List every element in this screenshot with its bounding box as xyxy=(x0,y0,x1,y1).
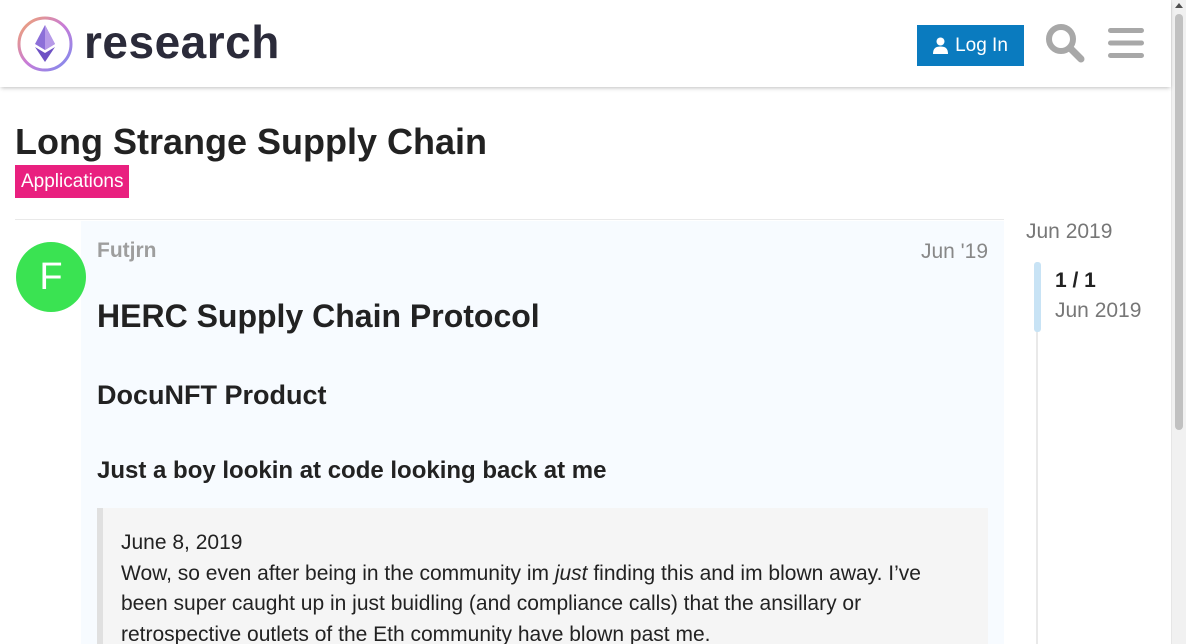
topic-divider xyxy=(15,219,1004,220)
scrollbar-thumb[interactable] xyxy=(1175,14,1183,430)
hamburger-menu-icon[interactable] xyxy=(1108,27,1144,59)
site-header: research Log In xyxy=(0,0,1171,87)
quote-emphasis: just xyxy=(554,561,588,585)
ethereum-research-logo[interactable] xyxy=(16,15,74,73)
quote-text: Wow, so even after being in the communit… xyxy=(121,561,921,644)
scroll-up-arrow-icon[interactable] xyxy=(1175,3,1183,8)
post-heading-1: HERC Supply Chain Protocol xyxy=(97,298,540,334)
search-icon[interactable] xyxy=(1045,23,1085,63)
login-label: Log In xyxy=(955,34,1008,56)
post-date[interactable]: Jun '19 xyxy=(921,240,988,264)
timeline-position: 1 / 1 xyxy=(1055,269,1096,292)
quote-date: June 8, 2019 xyxy=(121,531,243,554)
timeline-handle[interactable] xyxy=(1034,262,1041,332)
user-avatar[interactable]: F xyxy=(16,242,86,312)
category-badge[interactable]: Applications xyxy=(15,165,130,198)
user-icon xyxy=(933,37,949,54)
site-logo-text[interactable]: research xyxy=(84,14,280,70)
timeline-start-date[interactable]: Jun 2019 xyxy=(1026,220,1112,244)
post-heading-3: Just a boy lookin at code looking back a… xyxy=(97,457,607,484)
post-quote: June 8, 2019 Wow, so even after being in… xyxy=(97,508,988,644)
post-body: Futjrn Jun '19 HERC Supply Chain Protoco… xyxy=(81,221,1004,644)
timeline-current-date: Jun 2019 xyxy=(1055,299,1142,322)
login-button[interactable]: Log In xyxy=(917,25,1024,66)
page-scrollbar[interactable] xyxy=(1171,0,1186,644)
topic-title[interactable]: Long Strange Supply Chain xyxy=(15,120,487,164)
post-heading-2: DocuNFT Product xyxy=(97,380,327,410)
post-author[interactable]: Futjrn xyxy=(97,239,156,263)
